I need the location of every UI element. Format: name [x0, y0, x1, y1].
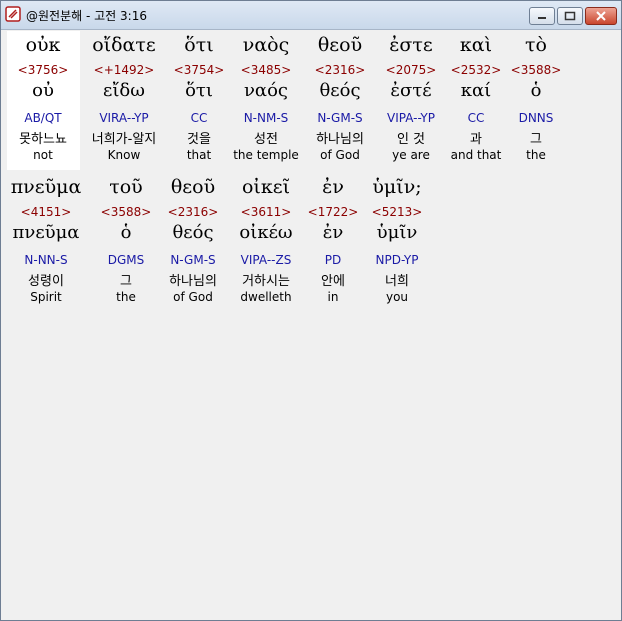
word-column[interactable]: τοῦ <3588> ὁ DGMS 그 the [96, 30, 156, 310]
lemma: θεός [172, 222, 214, 243]
korean-gloss: 하나님의 [169, 274, 217, 289]
minimize-button[interactable] [529, 7, 555, 25]
korean-gloss: 성령이 [28, 274, 64, 289]
strong-number[interactable]: <3588> [96, 205, 156, 219]
window-bottom-border [6, 615, 616, 618]
korean-gloss: 그 [120, 274, 132, 289]
app-icon [5, 6, 21, 22]
greek-word: ἐν [322, 176, 344, 198]
morphology-code[interactable]: DGMS [96, 253, 156, 267]
morphology-code[interactable]: CC [446, 111, 506, 125]
morphology-code[interactable]: N-GM-S [160, 253, 226, 267]
lemma: πνεῦμα [12, 222, 80, 243]
word-column[interactable]: οἰκεῖ <3611> οἰκέω VIPA--ZS 거하시는 dwellet… [232, 30, 300, 310]
word-column[interactable]: θεοῦ <2316> θεός N-GM-S 하나님의 of God [160, 30, 226, 310]
english-gloss: you [385, 290, 409, 304]
morphology-code[interactable]: DNNS [510, 111, 562, 125]
window-title: @원전분해 - 고전 3:16 [26, 9, 147, 23]
greek-word: οἰκεῖ [241, 176, 291, 198]
minimize-icon [538, 17, 546, 19]
greek-word: ὑμῖν; [372, 176, 422, 198]
word-column[interactable]: καὶ <2532> καί CC 과 and that [446, 30, 506, 170]
morphology-code[interactable]: NPD-YP [362, 253, 432, 267]
word-column[interactable]: τὸ <3588> ὁ DNNS 그 the [510, 30, 562, 170]
greek-word: θεοῦ [170, 176, 216, 198]
lemma: ὁ [530, 80, 542, 101]
english-gloss: dwelleth [240, 290, 292, 304]
korean-gloss: 과 [470, 132, 482, 147]
strong-number[interactable]: <3588> [510, 63, 562, 77]
english-gloss: Spirit [30, 290, 62, 304]
morphology-code[interactable]: PD [306, 253, 360, 267]
lemma: οἰκέω [239, 222, 293, 243]
korean-gloss: 안에 [321, 274, 345, 289]
strong-number[interactable]: <5213> [362, 205, 432, 219]
word-column[interactable]: ὑμῖν; <5213> ὑμῖν NPD-YP 너희 you [362, 30, 432, 310]
title-bar[interactable]: @원전분해 - 고전 3:16 [1, 1, 621, 30]
morphology-code[interactable]: VIPA--ZS [232, 253, 300, 267]
korean-gloss: 너희 [385, 274, 409, 289]
close-icon [596, 11, 606, 21]
greek-word: τὸ [525, 34, 547, 56]
greek-word: καὶ [459, 34, 493, 56]
english-gloss: the [116, 290, 136, 304]
english-gloss: and that [450, 148, 502, 162]
greek-word: πνεῦμα [10, 176, 82, 198]
app-window: @원전분해 - 고전 3:16 οὐκ <3756> οὐ AB/QT 못하느뇨… [0, 0, 622, 621]
strong-number[interactable]: <2316> [160, 205, 226, 219]
strong-number[interactable]: <3611> [232, 205, 300, 219]
english-gloss: in [327, 290, 339, 304]
greek-word: τοῦ [109, 176, 143, 198]
lemma: ὁ [120, 222, 132, 243]
strong-number[interactable]: <2532> [446, 63, 506, 77]
morphology-code[interactable]: N-NN-S [8, 253, 84, 267]
word-column[interactable]: ἐν <1722> ἐν PD 안에 in [306, 30, 360, 310]
lemma: ὑμῖν [376, 222, 418, 243]
interlinear-panel: οὐκ <3756> οὐ AB/QT 못하느뇨 not οἴδατε <+14… [6, 30, 616, 615]
strong-number[interactable]: <1722> [306, 205, 360, 219]
korean-gloss: 거하시는 [242, 274, 290, 289]
lemma: καί [460, 80, 492, 101]
maximize-button[interactable] [557, 7, 583, 25]
strong-number[interactable]: <4151> [8, 205, 84, 219]
maximize-icon [564, 11, 576, 21]
close-button[interactable] [585, 7, 617, 25]
korean-gloss: 그 [530, 132, 542, 147]
english-gloss: the [526, 148, 546, 162]
word-column[interactable]: πνεῦμα <4151> πνεῦμα N-NN-S 성령이 Spirit [8, 30, 84, 310]
lemma: ἐν [322, 222, 344, 243]
english-gloss: of God [173, 290, 213, 304]
